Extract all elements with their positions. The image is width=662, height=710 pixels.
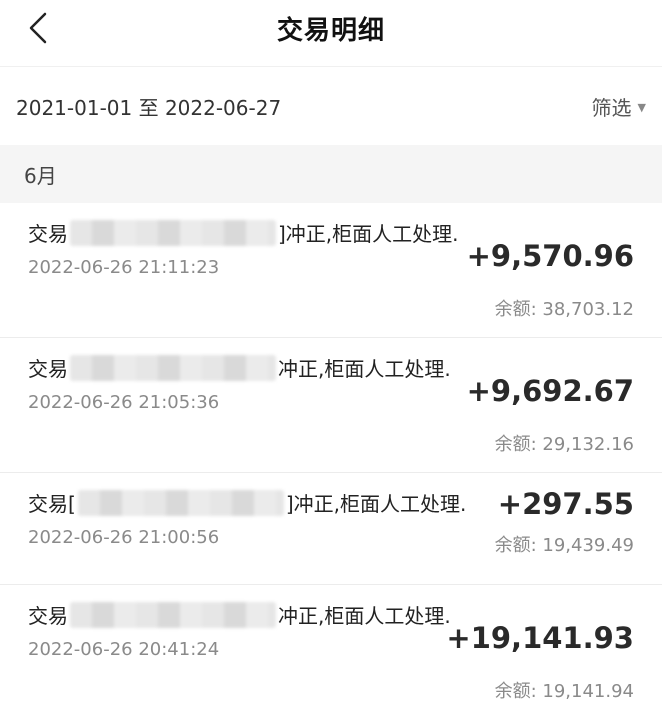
- transaction-row[interactable]: 交易]冲正,柜面人工处理. 2022-06-26 21:11:23 +9,570…: [0, 203, 662, 338]
- transaction-row[interactable]: 交易 冲正,柜面人工处理. 2022-06-26 20:41:24 +19,141…: [0, 585, 662, 710]
- transaction-description: 交易 冲正,柜面人工处理.: [28, 601, 478, 631]
- description-prefix: 交易: [28, 222, 68, 246]
- transaction-balance: 余额: 19,141.94: [495, 677, 634, 703]
- transaction-amount: +297.55: [497, 487, 634, 521]
- redacted-block: [70, 602, 276, 628]
- balance-value: 19,141.94: [542, 681, 634, 702]
- description-prefix: 交易: [28, 357, 68, 381]
- redacted-block: [77, 490, 284, 516]
- transaction-row[interactable]: 交易 冲正,柜面人工处理. 2022-06-26 21:05:36 +9,692.…: [0, 338, 662, 473]
- page-title: 交易明细: [276, 16, 385, 46]
- redacted-block: [70, 355, 276, 381]
- balance-value: 29,132.16: [542, 434, 634, 455]
- transaction-detail-screen: 交易明细 2021-01-01 至 2022-06-27 筛选 ▼ 6月 交易]…: [0, 0, 662, 710]
- transaction-balance: 余额: 29,132.16: [495, 430, 634, 456]
- filter-bar: 2021-01-01 至 2022-06-27 筛选 ▼: [0, 67, 662, 145]
- balance-label: 余额:: [494, 299, 537, 320]
- description-suffix: ]冲正,柜面人工处理.: [285, 492, 467, 516]
- balance-label: 余额:: [494, 535, 537, 556]
- transaction-amount: +9,570.96: [466, 239, 634, 273]
- balance-label: 余额:: [494, 681, 537, 702]
- transaction-description: 交易[ ]冲正,柜面人工处理.: [28, 489, 508, 519]
- transaction-row[interactable]: 交易[]冲正,柜面人工处理. 2022-06-26 21:00:56 +297.…: [0, 473, 662, 585]
- balance-label: 余额:: [494, 434, 537, 455]
- transaction-balance: 余额: 19,439.49: [495, 531, 634, 557]
- transaction-description: 交易 ]冲正,柜面人工处理.: [28, 219, 478, 249]
- top-bar: 交易明细: [0, 0, 662, 67]
- filter-label: 筛选: [591, 95, 632, 120]
- month-section-header: 6月: [0, 145, 662, 203]
- redacted-block: [70, 220, 276, 246]
- transaction-description: 交易 冲正,柜面人工处理.: [28, 354, 478, 384]
- balance-value: 19,439.49: [542, 535, 634, 556]
- caret-down-icon: ▼: [637, 100, 646, 114]
- description-suffix: 冲正,柜面人工处理.: [278, 604, 451, 628]
- description-prefix: 交易[: [28, 492, 76, 516]
- description-suffix: ]冲正,柜面人工处理.: [278, 222, 459, 246]
- description-prefix: 交易: [28, 604, 68, 628]
- description-suffix: 冲正,柜面人工处理.: [278, 357, 451, 381]
- transaction-amount: +9,692.67: [466, 374, 634, 408]
- date-range[interactable]: 2021-01-01 至 2022-06-27: [16, 92, 281, 121]
- transaction-balance: 余额: 38,703.12: [495, 295, 634, 321]
- transaction-amount: +19,141.93: [446, 621, 634, 655]
- balance-value: 38,703.12: [542, 299, 634, 320]
- filter-button[interactable]: 筛选 ▼: [592, 92, 646, 121]
